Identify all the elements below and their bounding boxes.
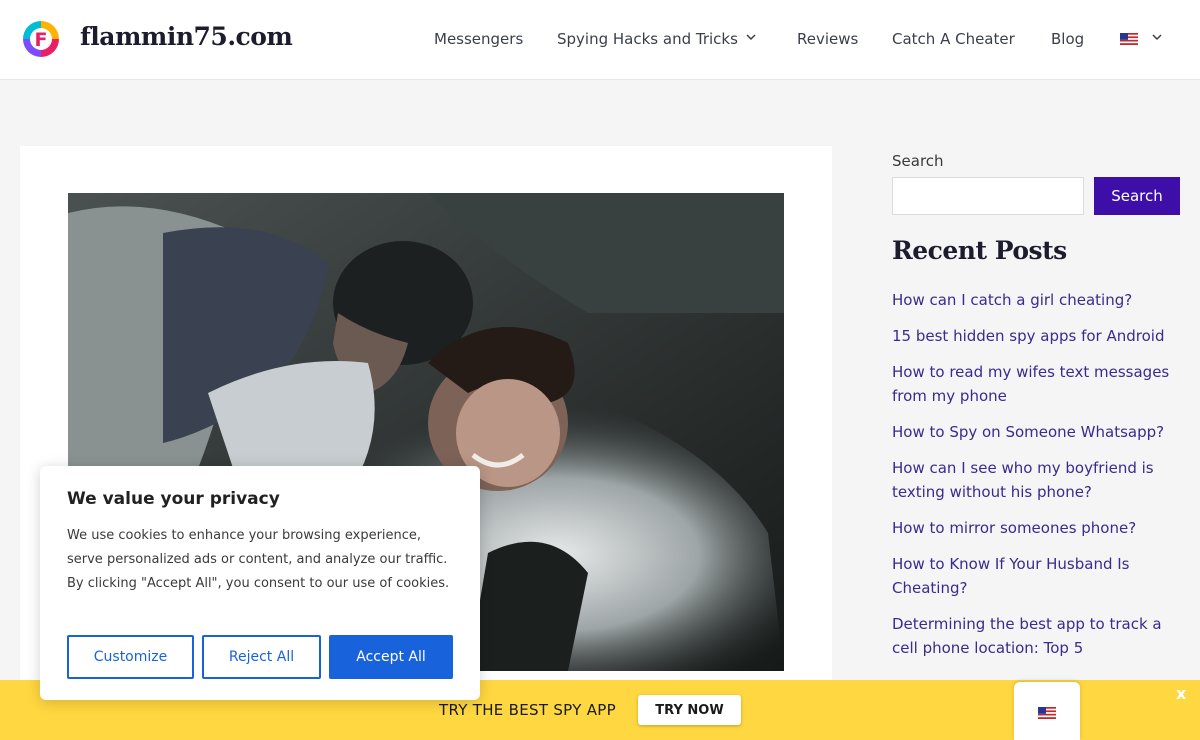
recent-post-link[interactable]: How to Know If Your Husband Is Cheating? bbox=[892, 552, 1192, 600]
promo-banner-text: TRY THE BEST SPY APP bbox=[439, 701, 616, 719]
accept-all-button[interactable]: Accept All bbox=[329, 635, 453, 679]
nav-item-catch-a-cheater[interactable]: Catch A Cheater bbox=[892, 30, 1015, 48]
recent-post-link[interactable]: How to read my wifes text messages from … bbox=[892, 360, 1192, 408]
nav-item-label: Spying Hacks and Tricks bbox=[557, 30, 738, 48]
nav-item-reviews[interactable]: Reviews bbox=[797, 30, 858, 48]
search-label: Search bbox=[892, 152, 944, 170]
site-title[interactable]: flammin75.com bbox=[80, 22, 293, 51]
us-flag-icon bbox=[1038, 707, 1056, 719]
customize-button[interactable]: Customize bbox=[67, 635, 194, 679]
recent-post-link[interactable]: How can I catch a girl cheating? bbox=[892, 288, 1192, 312]
recent-posts-list: How can I catch a girl cheating? 15 best… bbox=[892, 288, 1192, 672]
recent-post-link[interactable]: Determining the best app to track a cell… bbox=[892, 612, 1192, 660]
recent-post-link[interactable]: How can I see who my boyfriend is textin… bbox=[892, 456, 1192, 504]
cookie-description: We use cookies to enhance your browsing … bbox=[67, 528, 450, 591]
recent-post-link[interactable]: How to Spy on Someone Whatsapp? bbox=[892, 420, 1192, 444]
chevron-down-icon bbox=[746, 34, 756, 41]
chevron-down-icon bbox=[1152, 34, 1162, 41]
banner-close-icon[interactable]: x bbox=[1176, 684, 1186, 703]
search-input[interactable] bbox=[892, 177, 1084, 215]
nav-item-blog[interactable]: Blog bbox=[1051, 30, 1084, 48]
recent-post-link[interactable]: How to mirror someones phone? bbox=[892, 516, 1192, 540]
reject-all-button[interactable]: Reject All bbox=[202, 635, 321, 679]
cookie-consent-dialog: We value your privacy We use cookies to … bbox=[40, 466, 480, 700]
cookie-title: We value your privacy bbox=[67, 489, 280, 509]
search-button[interactable]: Search bbox=[1094, 177, 1180, 215]
logo-letter: F bbox=[35, 29, 48, 51]
us-flag-icon bbox=[1120, 33, 1138, 45]
recent-posts-heading: Recent Posts bbox=[892, 236, 1067, 265]
floating-language-switcher[interactable] bbox=[1014, 682, 1080, 740]
nav-item-spying-hacks[interactable]: Spying Hacks and Tricks bbox=[557, 30, 756, 48]
try-now-button[interactable]: TRY NOW bbox=[638, 695, 741, 725]
language-switcher[interactable] bbox=[1120, 30, 1162, 48]
site-logo-icon[interactable]: F bbox=[22, 20, 60, 58]
recent-post-link[interactable]: 15 best hidden spy apps for Android bbox=[892, 324, 1192, 348]
site-header: F flammin75.com Messengers Spying Hacks … bbox=[0, 0, 1200, 80]
nav-item-messengers[interactable]: Messengers bbox=[434, 30, 523, 48]
